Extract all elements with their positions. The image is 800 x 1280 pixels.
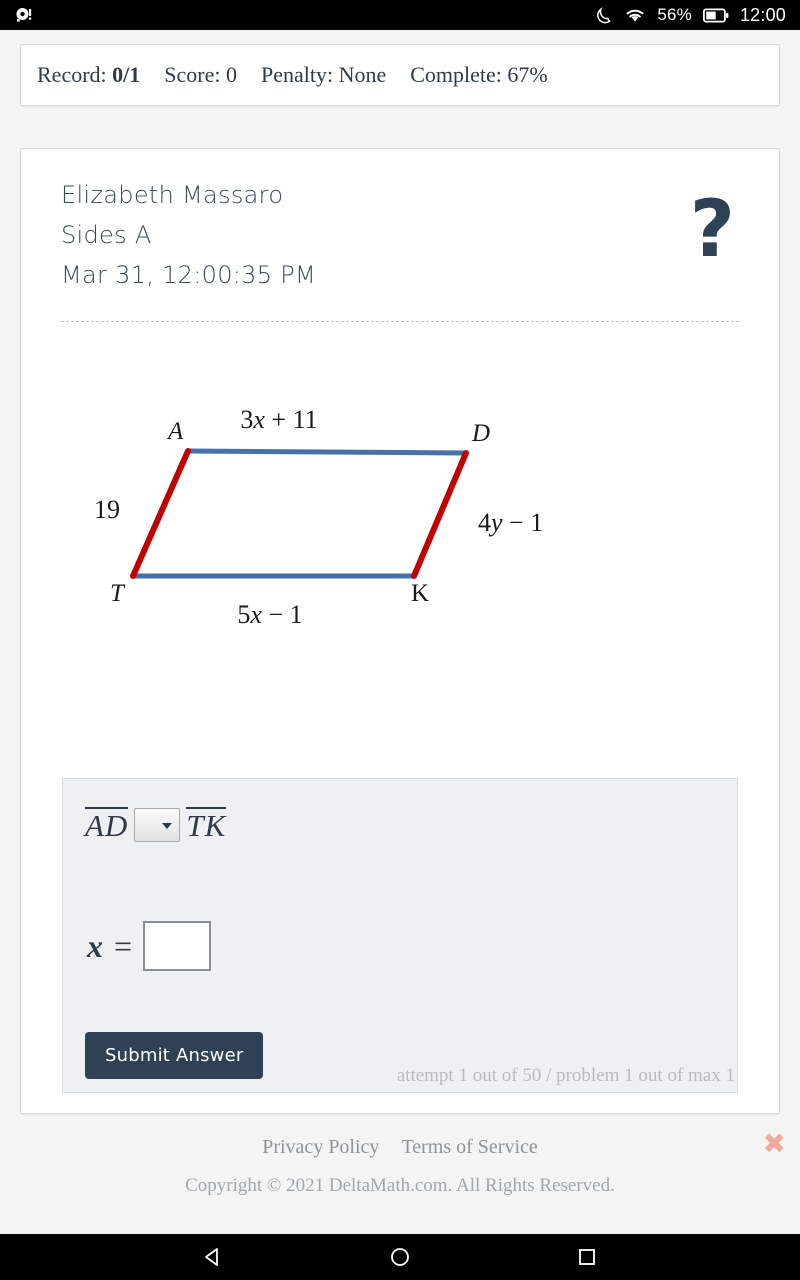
student-name: Elizabeth Massaro bbox=[61, 181, 284, 209]
vertex-label-K: K bbox=[411, 580, 429, 607]
footer-links: Privacy Policy Terms of Service bbox=[0, 1136, 800, 1159]
problem-timestamp: Mar 31, 12:00:35 PM bbox=[61, 261, 317, 289]
equals-sign: = bbox=[114, 927, 133, 964]
penalty-status: Penalty: None bbox=[260, 62, 387, 87]
segment-label-tk: TK bbox=[186, 807, 227, 843]
edge-DK bbox=[411, 449, 469, 579]
vertex-label-T: T bbox=[110, 580, 126, 607]
geometry-figure: A D T K 3x + 11 5x − 1 19 4y − 1 bbox=[43, 340, 757, 685]
back-icon[interactable] bbox=[198, 1242, 228, 1272]
notification-alert-icon bbox=[16, 8, 32, 22]
vertex-label-A: A bbox=[166, 418, 184, 445]
edge-AD bbox=[185, 448, 469, 455]
wifi-icon bbox=[626, 9, 644, 22]
complete-status: Complete: 67% bbox=[410, 62, 548, 87]
figure-canvas: A D T K 3x + 11 5x − 1 19 4y − 1 bbox=[80, 342, 720, 683]
record-label: Record: bbox=[37, 62, 107, 87]
segment-comparison-row: AD TK bbox=[85, 807, 227, 843]
record-status: Record: 0/1 bbox=[37, 62, 140, 88]
privacy-policy-link[interactable]: Privacy Policy bbox=[262, 1136, 379, 1159]
segment-label-ad: AD bbox=[85, 807, 129, 843]
home-icon[interactable] bbox=[385, 1242, 415, 1272]
moon-icon bbox=[597, 6, 612, 23]
android-nav-bar bbox=[0, 1234, 800, 1280]
score-status-bar: Record: 0/1 Score: 0 Penalty: None Compl… bbox=[20, 44, 780, 106]
x-answer-row: x = bbox=[87, 921, 212, 971]
answer-panel: AD TK x = Submit Answer attempt 1 out of… bbox=[62, 778, 738, 1093]
status-bar-left bbox=[14, 5, 34, 25]
submit-answer-button[interactable]: Submit Answer bbox=[85, 1032, 264, 1079]
battery-percent-label: 56% bbox=[657, 5, 692, 24]
android-status-bar: 56% 12:00 bbox=[0, 0, 800, 30]
vertex-label-D: D bbox=[471, 420, 490, 447]
x-answer-input[interactable] bbox=[143, 921, 212, 971]
status-bar-clock: 12:00 bbox=[739, 4, 786, 25]
status-bar-right: 56% 12:00 bbox=[594, 5, 786, 26]
x-variable-label: x bbox=[87, 927, 103, 964]
page-footer: Privacy Policy Terms of Service Copyrigh… bbox=[0, 1130, 800, 1197]
recents-icon[interactable] bbox=[572, 1242, 602, 1272]
attempt-counter: attempt 1 out of 50 / problem 1 out of m… bbox=[396, 1065, 735, 1086]
edge-label-top: 3x + 11 bbox=[240, 405, 317, 434]
parallelogram-svg: A D T K 3x + 11 5x − 1 19 4y − 1 bbox=[94, 405, 543, 629]
edge-label-left: 19 bbox=[94, 495, 120, 524]
header-divider bbox=[61, 321, 739, 322]
terms-of-service-link[interactable]: Terms of Service bbox=[401, 1136, 537, 1159]
close-icon[interactable]: ✖ bbox=[763, 1130, 786, 1158]
problem-header: Elizabeth Massaro Sides A Mar 31, 12:00:… bbox=[43, 175, 757, 295]
record-value: 0/1 bbox=[112, 62, 141, 87]
help-question-icon[interactable]: ? bbox=[690, 191, 735, 269]
battery-icon bbox=[702, 8, 729, 22]
relation-select[interactable] bbox=[134, 807, 181, 842]
edge-label-right: 4y − 1 bbox=[478, 508, 543, 537]
copyright-text: Copyright © 2021 DeltaMath.com. All Righ… bbox=[185, 1175, 615, 1196]
edge-label-bottom: 5x − 1 bbox=[237, 600, 302, 629]
score-status: Score: 0 bbox=[164, 62, 237, 87]
assignment-title: Sides A bbox=[61, 221, 152, 249]
webview-content: Record: 0/1 Score: 0 Penalty: None Compl… bbox=[0, 30, 800, 1234]
edge-AT bbox=[130, 447, 191, 579]
